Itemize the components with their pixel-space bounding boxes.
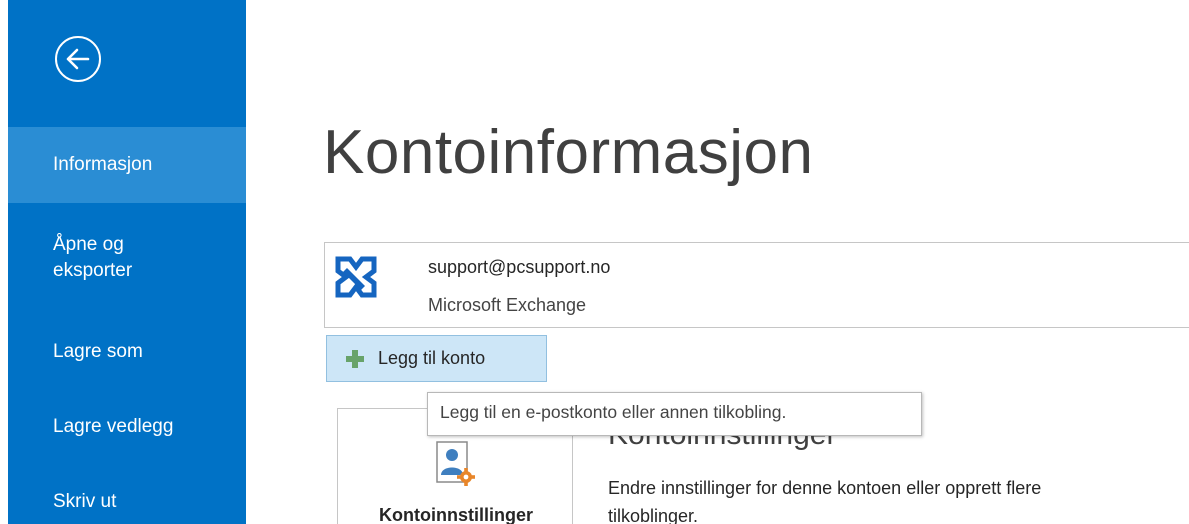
nav-item-lagre-som[interactable]: Lagre som (8, 339, 246, 365)
account-email: support@pcsupport.no (428, 257, 611, 277)
nav-item-label: Lagre vedlegg (53, 416, 174, 437)
nav-item-label: Lagre som (53, 341, 143, 362)
page-title: Kontoinformasjon (323, 118, 814, 187)
nav-item-label: Åpne og eksporter (53, 232, 246, 284)
nav-item-lagre-vedlegg[interactable]: Lagre vedlegg (8, 414, 246, 440)
account-selector[interactable]: support@pcsupport.no Microsoft Exchange (324, 242, 1189, 328)
nav-item-label: Informasjon (53, 154, 153, 175)
nav-item-skriv-ut[interactable]: Skriv ut (8, 489, 246, 515)
add-account-tooltip: Legg til en e-postkonto eller annen tilk… (427, 392, 922, 436)
account-settings-icon (436, 441, 475, 486)
nav-item-label-line1: Åpne og (53, 234, 124, 255)
exchange-icon (335, 256, 377, 298)
nav-item-informasjon[interactable]: Informasjon (8, 127, 246, 203)
plus-icon (346, 349, 364, 368)
add-account-label: Legg til konto (378, 348, 486, 368)
back-button[interactable] (55, 36, 101, 82)
section-description-line2: tilkoblinger. (608, 506, 699, 524)
section-description: Endre innstillinger for denne kontoen el… (608, 474, 1189, 524)
backstage-sidebar: Informasjon Åpne og eksporter Lagre som … (0, 0, 246, 524)
back-arrow-icon (66, 48, 90, 70)
nav-item-label-line2: eksporter (53, 260, 133, 281)
add-account-button[interactable]: Legg til konto (326, 335, 547, 382)
account-type: Microsoft Exchange (428, 295, 587, 315)
account-settings-label: Kontoinnstillinger (379, 505, 533, 524)
nav-item-label: Skriv ut (53, 491, 117, 512)
nav-item-apne-og-eksporter[interactable]: Åpne og eksporter (8, 232, 246, 284)
section-description-line1: Endre innstillinger for denne kontoen el… (608, 478, 1042, 498)
